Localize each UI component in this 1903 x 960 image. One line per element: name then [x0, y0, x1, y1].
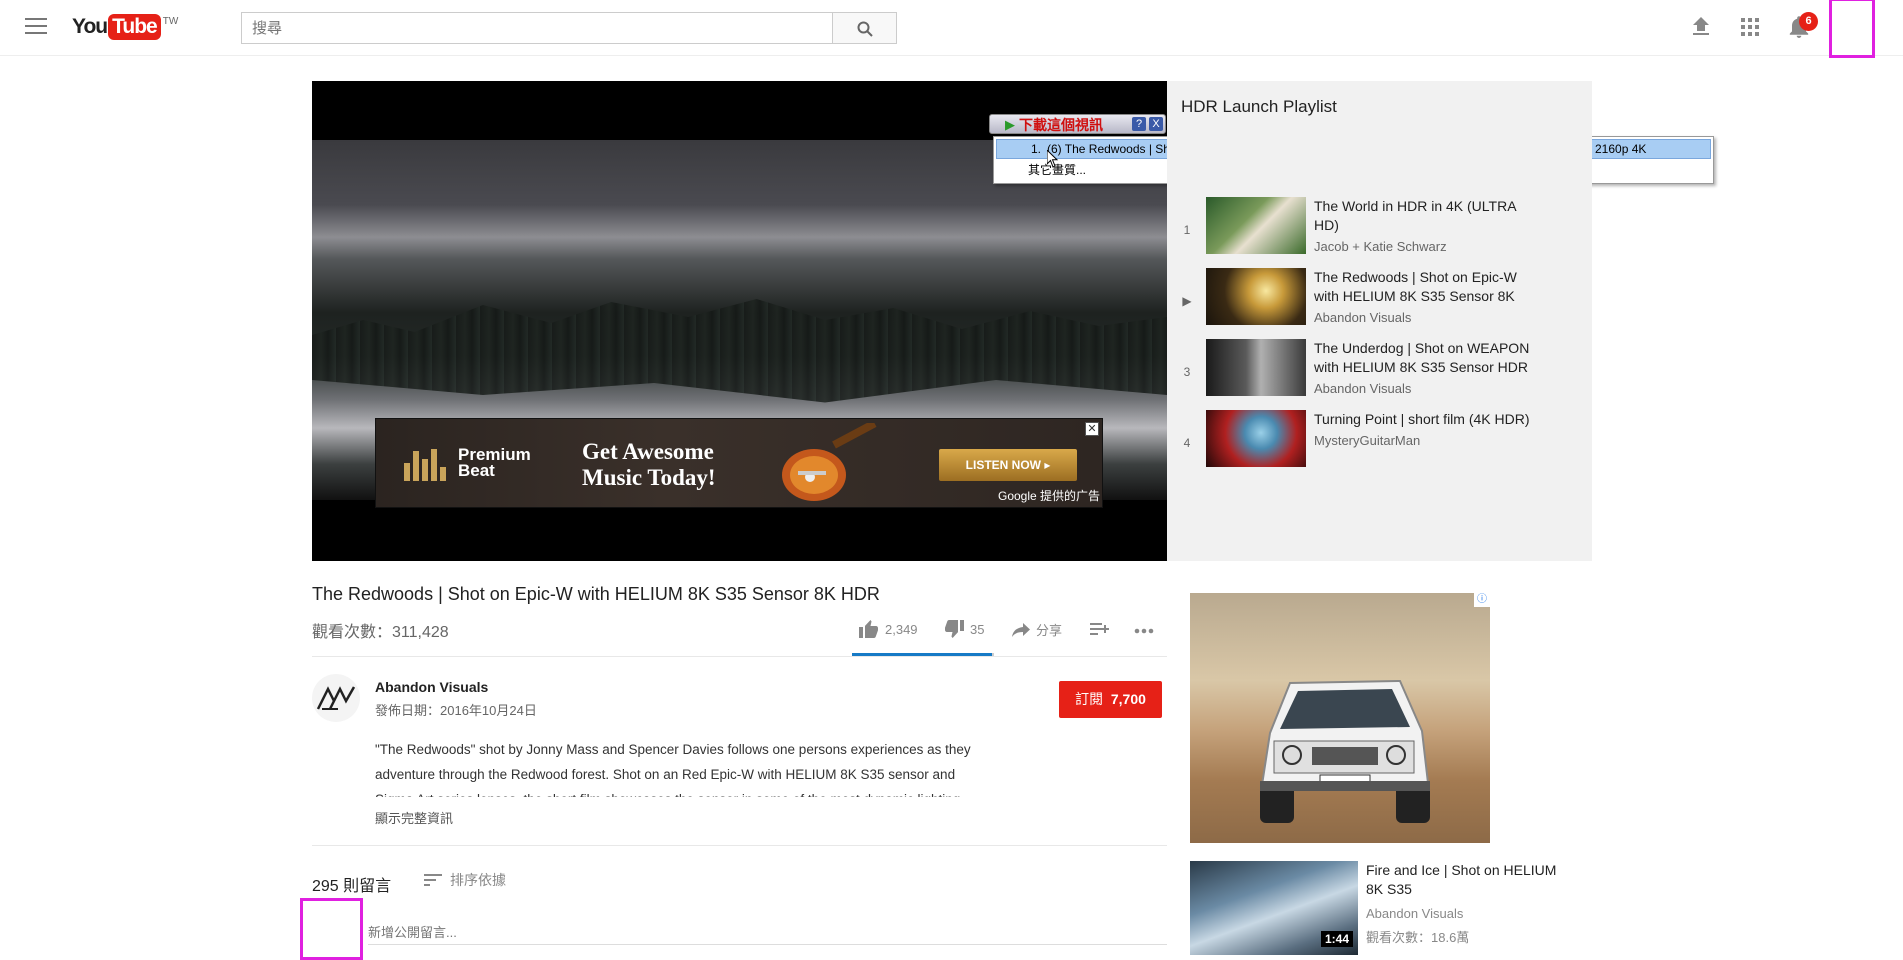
playlist-item-channel: Jacob + Katie Schwarz [1314, 239, 1447, 254]
playlist-thumbnail [1206, 197, 1306, 254]
playlist-item-channel: MysteryGuitarMan [1314, 433, 1421, 448]
thumbs-up-icon [859, 620, 878, 638]
commenter-avatar [300, 898, 363, 960]
add-to-playlist-icon[interactable] [1090, 623, 1110, 637]
view-count: 觀看次數：311,428 [312, 624, 449, 641]
youtube-logo[interactable]: You Tube TW [72, 14, 178, 40]
share-label: 分享 [1036, 623, 1063, 638]
search-icon [857, 21, 873, 37]
video-title: The Redwoods | Shot on Epic-W with HELIU… [312, 584, 880, 604]
playlist-item-channel: Abandon Visuals [1314, 310, 1412, 325]
download-close-icon[interactable]: X [1149, 117, 1163, 131]
subscribe-label: 訂閱 [1075, 691, 1104, 707]
upload-icon[interactable] [1692, 17, 1710, 37]
channel-name[interactable]: Abandon Visuals [375, 679, 488, 695]
playlist-item[interactable]: 4 Turning Point | short film (4K HDR) My… [1167, 410, 1592, 474]
listen-now-button[interactable]: LISTEN NOW ▸ [939, 449, 1077, 481]
hamburger-menu-icon[interactable] [25, 18, 47, 36]
playlist-item[interactable]: ▶ The Redwoods | Shot on Epic-W with HEL… [1167, 268, 1592, 332]
publish-date: 發佈日期：2016年10月24日 [375, 703, 537, 718]
share-button[interactable]: 分享 [1012, 620, 1062, 639]
mouse-cursor-icon [1047, 150, 1059, 168]
playlist-item-title: The Redwoods | Shot on Epic-W with HELIU… [1314, 269, 1517, 304]
sort-comments-button[interactable]: 排序依據 [424, 870, 506, 890]
playlist-thumbnail [1206, 268, 1306, 325]
divider [312, 656, 1167, 657]
account-avatar-button[interactable] [1829, 0, 1875, 58]
download-toolbar-label[interactable]: 下載這個視訊 [1019, 117, 1103, 133]
like-button[interactable]: 2,349 [859, 620, 918, 638]
close-ad-icon[interactable]: ✕ [1085, 422, 1099, 436]
overlay-ad[interactable]: Premium Beat Get Awesome Music Today! LI… [375, 418, 1103, 508]
playlist-item-index: 3 [1183, 365, 1191, 379]
video-description: "The Redwoods" shot by Jonny Mass and Sp… [375, 742, 971, 797]
comments-count: 295 則留言 [312, 878, 392, 895]
guitar-icon [782, 423, 877, 501]
ad-headline: Get Awesome Music Today! [582, 439, 716, 490]
like-count: 2,349 [885, 621, 918, 637]
playlist-item-title: The World in HDR in 4K (ULTRA HD) [1314, 198, 1516, 233]
search-input[interactable] [241, 12, 833, 44]
sort-icon [424, 874, 442, 886]
playlist-thumbnail [1206, 410, 1306, 467]
thumbs-down-icon [945, 620, 964, 638]
masthead: You Tube TW 6 [0, 0, 1903, 58]
show-more-link[interactable]: 顯示完整資訊 [375, 808, 453, 827]
playlist-item-index: 1 [1183, 223, 1191, 237]
channel-avatar[interactable] [312, 674, 360, 722]
recommended-views: 觀看次數：18.6萬 [1366, 930, 1470, 945]
premiumbeat-logo-icon [404, 449, 446, 481]
apps-grid-icon[interactable] [1741, 18, 1759, 36]
ad-provider-label: Google 提供的广告 [998, 489, 1101, 503]
more-options-icon[interactable] [1134, 628, 1154, 634]
abandon-visuals-logo-icon [316, 686, 356, 710]
dislike-button[interactable]: 35 [944, 620, 984, 638]
download-toolbar[interactable]: ▶ 下載這個視訊 ? X [989, 114, 1166, 134]
subscribe-button[interactable]: 訂閱 7,700 [1059, 681, 1162, 718]
sidebar-display-ad[interactable] [1190, 593, 1490, 843]
ad-brand: Premium Beat [458, 445, 531, 480]
download-help-icon[interactable]: ? [1132, 117, 1146, 131]
playlist-item-index: 4 [1183, 436, 1191, 450]
divider [312, 845, 1167, 846]
listen-now-label: LISTEN NOW [965, 458, 1041, 472]
logo-tube: Tube [108, 14, 161, 40]
recommended-channel: Abandon Visuals [1366, 906, 1464, 921]
playlist-item-title: The Underdog | Shot on WEAPON with HELIU… [1314, 340, 1530, 375]
dislike-count: 35 [970, 621, 985, 637]
download-option-number: 1. [1031, 142, 1042, 156]
subscriber-count: 7,700 [1110, 691, 1146, 707]
logo-you: You [72, 15, 108, 38]
video-duration: 1:44 [1321, 931, 1354, 947]
play-arrow-icon: ▶ [1005, 117, 1015, 132]
playlist-item-channel: Abandon Visuals [1314, 381, 1412, 396]
share-arrow-icon [1012, 622, 1030, 637]
sort-label: 排序依據 [450, 872, 506, 888]
lada-car-image-icon [1260, 679, 1430, 823]
playlist-thumbnail [1206, 339, 1306, 396]
logo-region: TW [162, 16, 179, 27]
playlist-title[interactable]: HDR Launch Playlist [1181, 97, 1337, 117]
search-button[interactable] [832, 12, 897, 44]
playlist-item-title: Turning Point | short film (4K HDR) [1314, 411, 1530, 427]
playlist-panel: HDR Launch Playlist 1 The World in HDR i… [1167, 81, 1592, 561]
adchoices-icon[interactable]: ⓘ [1474, 593, 1490, 607]
playlist-item[interactable]: 3 The Underdog | Shot on WEAPON with HEL… [1167, 339, 1592, 403]
playlist-now-playing-icon: ▶ [1182, 294, 1192, 308]
notification-count-badge: 6 [1799, 12, 1818, 31]
playlist-item[interactable]: 1 The World in HDR in 4K (ULTRA HD) Jaco… [1167, 197, 1592, 261]
comment-input[interactable] [368, 921, 1167, 945]
recommended-title[interactable]: Fire and Ice | Shot on HELIUM 8K S35 [1366, 861, 1566, 899]
